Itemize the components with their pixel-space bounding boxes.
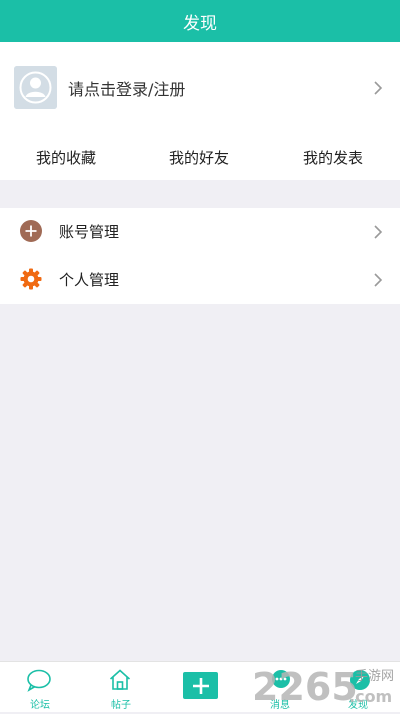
page-title: 发现 (183, 13, 217, 34)
quick-link-favorites[interactable]: 我的收藏 (36, 147, 96, 168)
new-post-button[interactable] (183, 672, 218, 699)
settings-list: 账号管理 个人管理 (0, 208, 400, 304)
account-management-label: 账号管理 (59, 223, 120, 241)
home-icon (108, 668, 132, 696)
chevron-right-icon (371, 273, 385, 287)
gear-icon (20, 268, 42, 290)
watermark-brand: 2265 (252, 665, 358, 709)
user-placeholder-icon (14, 66, 57, 109)
personal-management-label: 个人管理 (59, 271, 120, 289)
quick-link-friends[interactable]: 我的好友 (169, 147, 229, 168)
watermark-tagline: 手游网 (355, 669, 394, 684)
watermark-domain: .com (349, 687, 392, 706)
avatar[interactable] (14, 66, 57, 109)
quick-links: 我的收藏 我的好友 我的发表 (0, 138, 400, 180)
login-row[interactable]: 请点击登录/注册 (0, 42, 400, 138)
plus-circle-icon (20, 220, 42, 242)
tab-posts[interactable]: 帖子 (101, 662, 141, 712)
personal-management-row[interactable]: 个人管理 (0, 256, 400, 304)
account-management-row[interactable]: 账号管理 (0, 208, 400, 256)
login-prompt[interactable]: 请点击登录/注册 (68, 76, 185, 100)
chat-bubble-icon (26, 668, 52, 696)
chevron-right-icon (371, 81, 385, 95)
top-bar: 发现 (0, 0, 400, 42)
tab-forum[interactable]: 论坛 (20, 662, 60, 712)
site-watermark: 2265 .com 手游网 (252, 660, 400, 710)
chevron-right-icon (371, 225, 385, 239)
plus-icon (192, 677, 209, 694)
tab-forum-label: 论坛 (30, 700, 50, 711)
tab-posts-label: 帖子 (111, 700, 131, 711)
quick-link-posts[interactable]: 我的发表 (303, 147, 363, 168)
